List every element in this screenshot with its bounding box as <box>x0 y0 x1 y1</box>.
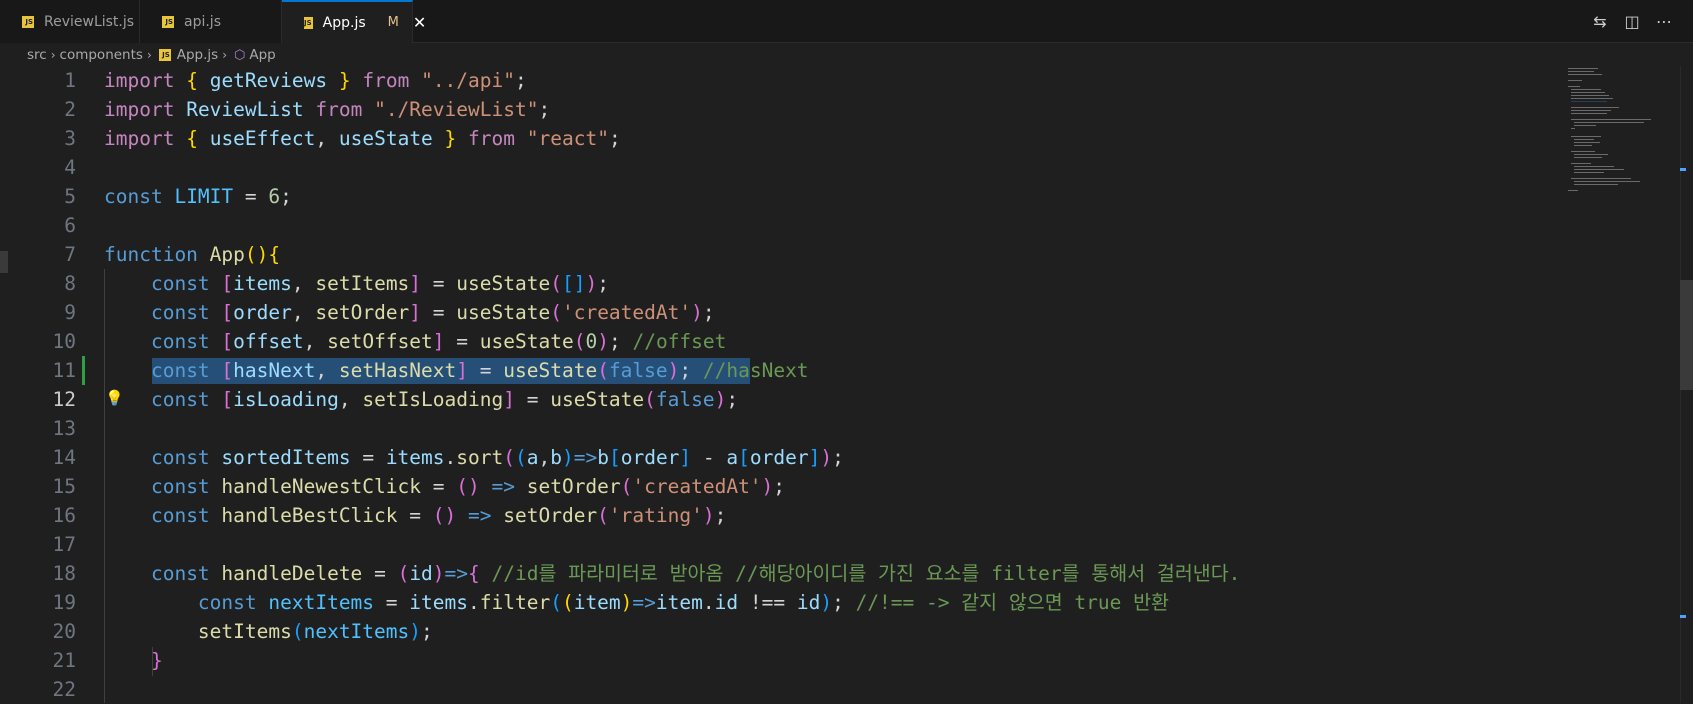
split-editor-icon[interactable]: ◫ <box>1623 12 1641 31</box>
code-text: const sortedItems = items.sort((a,b)=>b[… <box>150 446 844 469</box>
line-number: 13 <box>52 417 76 440</box>
code-text: const [items, setItems] = useState([]); <box>150 272 609 295</box>
minimap[interactable] <box>1560 66 1660 216</box>
code-text: const nextItems = items.filter((item)=>i… <box>197 591 1169 614</box>
code-line: 21 } <box>0 646 1560 675</box>
line-number: 14 <box>52 446 76 469</box>
scrollbar-marker <box>1680 615 1686 618</box>
scrollbar-thumb[interactable] <box>1680 280 1693 390</box>
line-number: 7 <box>64 243 76 266</box>
line-number: 21 <box>52 649 76 672</box>
more-actions-icon[interactable]: ⋯ <box>1655 12 1673 31</box>
line-number: 22 <box>52 678 76 701</box>
line-number: 20 <box>52 620 76 643</box>
code-text: const [hasNext, setHasNext] = useState(f… <box>150 359 809 382</box>
tab-app[interactable]: JS App.js M ✕ <box>282 0 426 44</box>
code-text: setItems(nextItems); <box>197 620 433 643</box>
code-text: function App(){ <box>104 243 281 266</box>
code-line: 16 const handleBestClick = () => setOrde… <box>0 501 1560 530</box>
js-file-icon: JS <box>158 49 171 61</box>
code-text: import ReviewList from "./ReviewList"; <box>104 98 551 121</box>
line-number: 4 <box>64 156 76 179</box>
chevron-right-icon: › <box>146 48 152 62</box>
breadcrumb: src › components › JS App.js › ⬡ App <box>27 44 276 66</box>
chevron-right-icon: › <box>50 48 56 62</box>
code-line: 8 const [items, setItems] = useState([])… <box>0 269 1560 298</box>
code-line: 17 <box>0 530 1560 559</box>
code-line: 19 const nextItems = items.filter((item)… <box>0 588 1560 617</box>
code-line: 3 import { useEffect, useState } from "r… <box>0 124 1560 153</box>
tab-reviewlist[interactable]: JS ReviewList.js <box>0 0 140 43</box>
code-text: import { useEffect, useState } from "rea… <box>104 127 621 150</box>
line-number: 16 <box>52 504 76 527</box>
code-line: 1 import { getReviews } from "../api"; <box>0 66 1560 95</box>
line-number: 19 <box>52 591 76 614</box>
symbol-function-icon: ⬡ <box>234 47 246 63</box>
chevron-right-icon: › <box>222 48 228 62</box>
line-number: 8 <box>64 272 76 295</box>
breadcrumb-src[interactable]: src <box>27 47 47 63</box>
code-line: 10 const [offset, setOffset] = useState(… <box>0 327 1560 356</box>
code-line: 18 const handleDelete = (id)=>{ //id를 파라… <box>0 559 1560 588</box>
line-number: 18 <box>52 562 76 585</box>
line-number: 15 <box>52 475 76 498</box>
code-text: const handleDelete = (id)=>{ //id를 파라미터로… <box>150 562 1241 585</box>
line-number: 12 <box>52 388 76 411</box>
line-number: 1 <box>64 69 76 92</box>
code-text: import { getReviews } from "../api"; <box>104 69 527 92</box>
tab-label: ReviewList.js <box>44 13 135 30</box>
code-line: 9 const [order, setOrder] = useState('cr… <box>0 298 1560 327</box>
code-line: 6 <box>0 211 1560 240</box>
line-number: 10 <box>52 330 76 353</box>
close-icon[interactable]: ✕ <box>413 13 426 32</box>
code-line: 11 const [hasNext, setHasNext] = useStat… <box>0 356 1560 385</box>
editor-tab-bar: JS ReviewList.js JS api.js JS App.js M ✕… <box>0 0 1693 44</box>
scrollbar-marker <box>1680 168 1686 171</box>
code-text: const handleNewestClick = () => setOrder… <box>150 475 786 498</box>
code-line: 13 <box>0 414 1560 443</box>
code-line: 14 const sortedItems = items.sort((a,b)=… <box>0 443 1560 472</box>
code-editor[interactable]: 1 import { getReviews } from "../api"; 2… <box>0 66 1693 703</box>
line-number: 6 <box>64 214 76 237</box>
code-line: 22 <box>0 675 1560 704</box>
tab-label: App.js <box>322 14 366 31</box>
code-text: const [isLoading, setIsLoading] = useSta… <box>150 388 739 411</box>
line-number: 3 <box>64 127 76 150</box>
line-number: 9 <box>64 301 76 324</box>
code-text: } <box>150 649 163 672</box>
line-number: 5 <box>64 185 76 208</box>
tab-label: api.js <box>184 13 221 30</box>
open-changes-icon[interactable]: ⇆ <box>1591 12 1609 31</box>
code-line: 5 const LIMIT = 6; <box>0 182 1560 211</box>
code-line: 7 function App(){ <box>0 240 1560 269</box>
line-number: 17 <box>52 533 76 556</box>
code-text: const LIMIT = 6; <box>104 185 292 208</box>
breadcrumb-symbol[interactable]: App <box>249 47 275 63</box>
code-line-current: 12 💡 const [isLoading, setIsLoading] = u… <box>0 385 1560 414</box>
code-line: 4 <box>0 153 1560 182</box>
js-file-icon: JS <box>304 16 313 29</box>
line-number: 11 <box>52 359 76 382</box>
code-text: const [offset, setOffset] = useState(0);… <box>150 330 727 353</box>
tab-api[interactable]: JS api.js <box>140 0 282 43</box>
code-text: const [order, setOrder] = useState('crea… <box>150 301 715 324</box>
breadcrumb-components[interactable]: components <box>60 47 143 63</box>
js-file-icon: JS <box>162 15 174 28</box>
code-text: const handleBestClick = () => setOrder('… <box>150 504 727 527</box>
js-file-icon: JS <box>22 15 34 28</box>
editor-actions: ⇆ ◫ ⋯ <box>1591 0 1693 43</box>
code-line: 15 const handleNewestClick = () => setOr… <box>0 472 1560 501</box>
modified-indicator: M <box>387 15 399 30</box>
line-number: 2 <box>64 98 76 121</box>
breadcrumb-file[interactable]: App.js <box>177 47 218 63</box>
code-line: 20 setItems(nextItems); <box>0 617 1560 646</box>
code-line: 2 import ReviewList from "./ReviewList"; <box>0 95 1560 124</box>
